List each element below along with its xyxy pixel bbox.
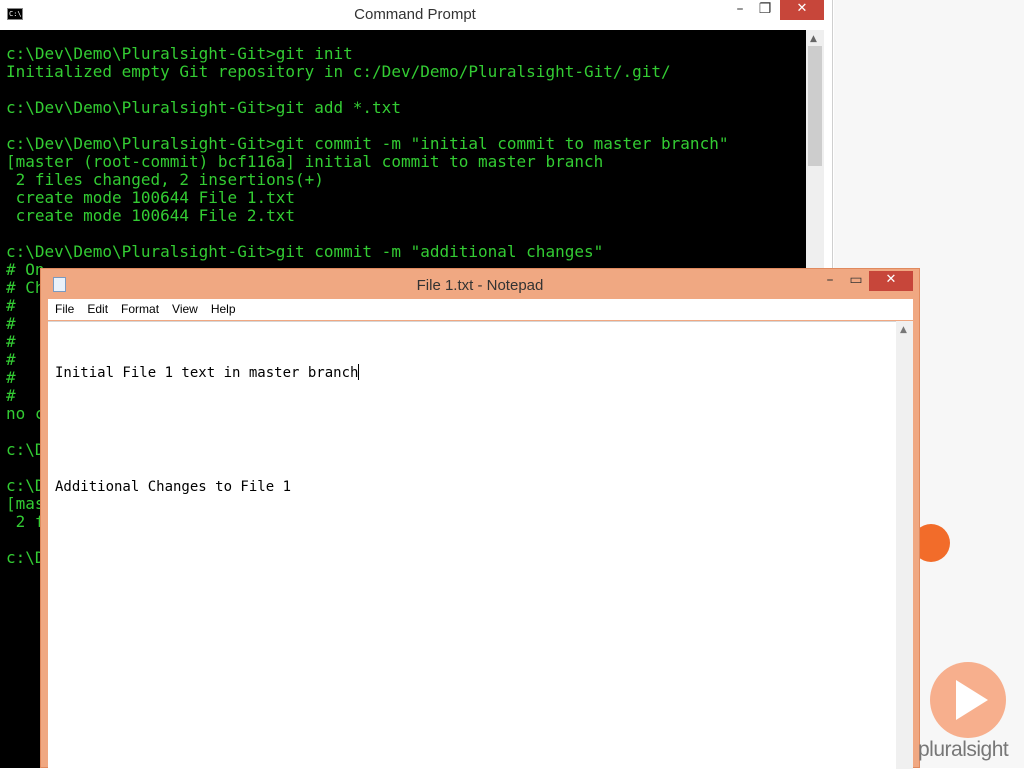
text-line-content: Initial File 1 text in master branch: [55, 365, 359, 381]
console-line: Initialized empty Git repository in c:/D…: [6, 62, 671, 81]
console-line: [master (root-commit) bcf116a] initial c…: [6, 152, 604, 171]
cmd-close-button[interactable]: ✕: [780, 0, 824, 20]
text-line: Additional Changes to File 1: [55, 478, 896, 497]
menu-edit[interactable]: Edit: [80, 299, 114, 320]
notepad-close-button[interactable]: ✕: [869, 271, 913, 291]
notepad-window-title: File 1.txt - Notepad: [416, 277, 544, 294]
text-line-content: Additional Changes to File 1: [55, 479, 292, 495]
play-icon: [956, 680, 988, 720]
notepad-minimize-button[interactable]: –: [817, 271, 843, 291]
console-line: c:\Dev\Demo\Pluralsight-Git>git commit -…: [6, 134, 729, 153]
menu-format[interactable]: Format: [114, 299, 165, 320]
cmd-titlebar[interactable]: C:\. Command Prompt – ❐ ✕: [0, 0, 832, 30]
console-line: c:\Dev\Demo\Pluralsight-Git>git commit -…: [6, 242, 604, 261]
menu-view[interactable]: View: [165, 299, 204, 320]
notepad-scrollbar[interactable]: ▲: [896, 321, 913, 769]
text-line: Initial File 1 text in master branch: [55, 364, 896, 383]
console-line: create mode 100644 File 2.txt: [6, 206, 295, 225]
notepad-text-area[interactable]: Initial File 1 text in master branch Add…: [48, 321, 896, 769]
notepad-menubar: File Edit Format View Help: [48, 299, 913, 320]
cmd-window-title: Command Prompt: [354, 6, 476, 23]
notepad-maximize-button[interactable]: ▭: [843, 271, 869, 291]
cmd-minimize-button[interactable]: –: [725, 0, 755, 20]
pluralsight-logo: pluralsight: [916, 660, 1024, 768]
menu-file[interactable]: File: [48, 299, 80, 320]
text-cursor: [358, 364, 360, 380]
logo-text: pluralsight: [918, 738, 1009, 761]
console-line: c:\Dev\Demo\Pluralsight-Git>git init: [6, 44, 353, 63]
console-line: 2 files changed, 2 insertions(+): [6, 170, 324, 189]
menu-help[interactable]: Help: [204, 299, 242, 320]
cmd-maximize-button[interactable]: ❐: [752, 0, 778, 20]
scroll-up-arrow-icon[interactable]: ▲: [900, 325, 907, 335]
console-line: c:\Dev\Demo\Pluralsight-Git>git add *.tx…: [6, 98, 401, 117]
notepad-window: File 1.txt - Notepad – ▭ ✕ File Edit Forma…: [40, 268, 920, 769]
console-line: create mode 100644 File 1.txt: [6, 188, 295, 207]
scroll-up-arrow-icon[interactable]: ▲: [810, 34, 817, 44]
text-line: [55, 421, 896, 440]
cmd-scroll-thumb[interactable]: [808, 46, 822, 166]
notepad-titlebar[interactable]: File 1.txt - Notepad – ▭ ✕: [41, 269, 919, 299]
